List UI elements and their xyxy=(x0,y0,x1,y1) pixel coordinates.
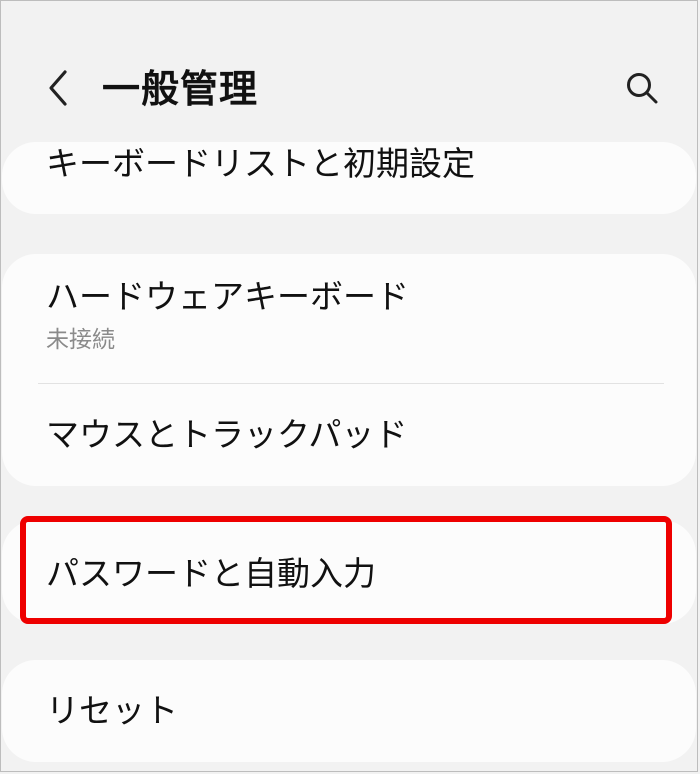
keyboard-list-item[interactable]: キーボードリストと初期設定 xyxy=(2,142,696,214)
hardware-keyboard-item[interactable]: ハードウェアキーボード 未接続 xyxy=(2,254,696,383)
reset-item[interactable]: リセット xyxy=(2,660,696,762)
reset-label: リセット xyxy=(46,691,178,730)
mouse-trackpad-label: マウスとトラックパッド xyxy=(46,415,408,454)
keyboard-list-label: キーボードリストと初期設定 xyxy=(46,144,475,183)
hardware-keyboard-status: 未接続 xyxy=(46,327,115,353)
search-icon xyxy=(627,73,658,104)
back-button[interactable] xyxy=(38,66,78,110)
settings-card-input-devices: ハードウェアキーボード 未接続 マウスとトラックパッド xyxy=(2,254,696,486)
password-autofill-item[interactable]: パスワードと自動入力 xyxy=(2,520,696,624)
page-title: 一般管理 xyxy=(102,67,259,111)
settings-card-password: パスワードと自動入力 xyxy=(2,520,696,624)
search-button[interactable] xyxy=(620,66,664,110)
chevron-left-icon xyxy=(49,70,67,106)
mouse-trackpad-item[interactable]: マウスとトラックパッド xyxy=(2,384,696,486)
password-autofill-label: パスワードと自動入力 xyxy=(46,554,376,593)
settings-card-reset: リセット xyxy=(2,660,696,762)
hardware-keyboard-label: ハードウェアキーボード xyxy=(46,277,409,316)
settings-card-keyboard-list: キーボードリストと初期設定 xyxy=(2,142,696,214)
top-app-bar: 一般管理 xyxy=(0,0,700,140)
